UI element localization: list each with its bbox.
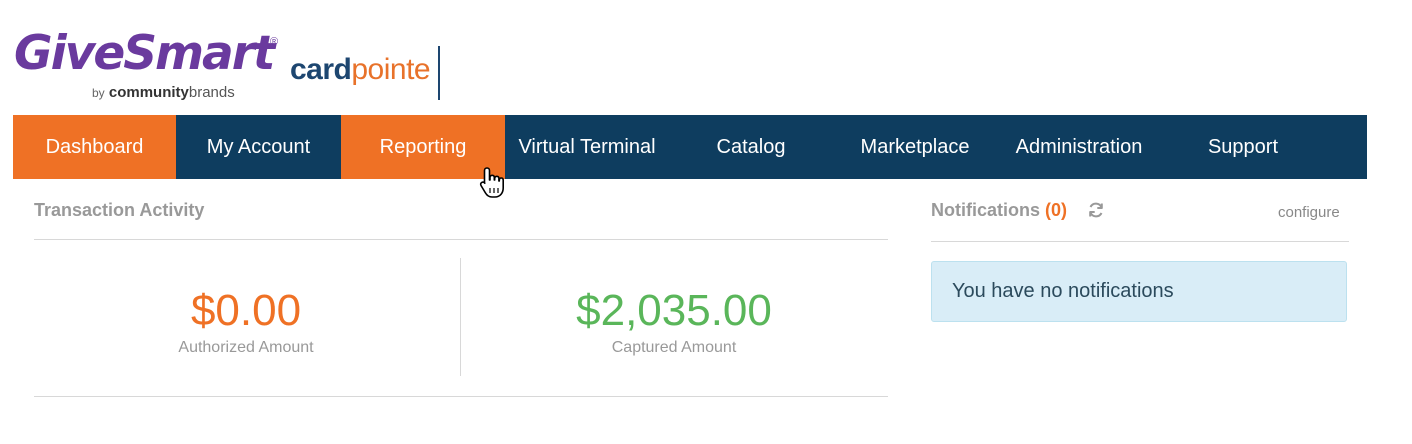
authorized-amount-label: Authorized Amount <box>178 339 314 356</box>
nav-virtual-terminal[interactable]: Virtual Terminal <box>505 115 669 179</box>
main-navbar: Dashboard My Account Reporting Virtual T… <box>13 115 1367 179</box>
byline-community: community <box>108 84 189 101</box>
notifications-empty-message: You have no notifications <box>952 280 1174 302</box>
cardpointe-logo[interactable]: cardpointe <box>290 52 431 88</box>
notifications-count: (0) <box>1045 200 1068 220</box>
cardpointe-card: card <box>290 53 352 86</box>
logo-area: GiveSmart ® by communitybrands cardpoint… <box>14 28 474 108</box>
cardpointe-pointe: pointe <box>351 53 431 86</box>
givesmart-logo[interactable]: GiveSmart <box>14 28 275 80</box>
notifications-divider <box>931 241 1349 242</box>
byline-brands: brands <box>188 84 235 101</box>
nav-catalog[interactable]: Catalog <box>669 115 833 179</box>
registered-mark: ® <box>270 36 279 48</box>
transaction-activity-divider-bottom <box>34 396 888 397</box>
logo-divider <box>438 46 440 100</box>
captured-amount-label: Captured Amount <box>611 339 737 356</box>
configure-link[interactable]: configure <box>1278 204 1340 221</box>
refresh-icon[interactable] <box>1086 200 1106 220</box>
transaction-activity-title: Transaction Activity <box>34 200 205 220</box>
notifications-empty-alert: You have no notifications <box>931 261 1347 322</box>
nav-dashboard[interactable]: Dashboard <box>13 115 176 179</box>
nav-my-account[interactable]: My Account <box>176 115 341 179</box>
captured-amount-value: $2,035.00 <box>576 286 772 335</box>
authorized-amount-value: $0.00 <box>190 286 302 335</box>
notifications-title: Notifications (0) <box>931 200 1067 221</box>
nav-marketplace[interactable]: Marketplace <box>833 115 997 179</box>
nav-administration[interactable]: Administration <box>997 115 1161 179</box>
amount-divider <box>460 258 461 376</box>
hand-pointer-icon <box>479 167 504 198</box>
byline-by: by <box>92 86 105 100</box>
nav-support[interactable]: Support <box>1161 115 1325 179</box>
notifications-title-text: Notifications <box>931 200 1041 220</box>
transaction-activity-divider-top <box>34 239 888 240</box>
community-brands-byline: by communitybrands <box>92 84 235 102</box>
